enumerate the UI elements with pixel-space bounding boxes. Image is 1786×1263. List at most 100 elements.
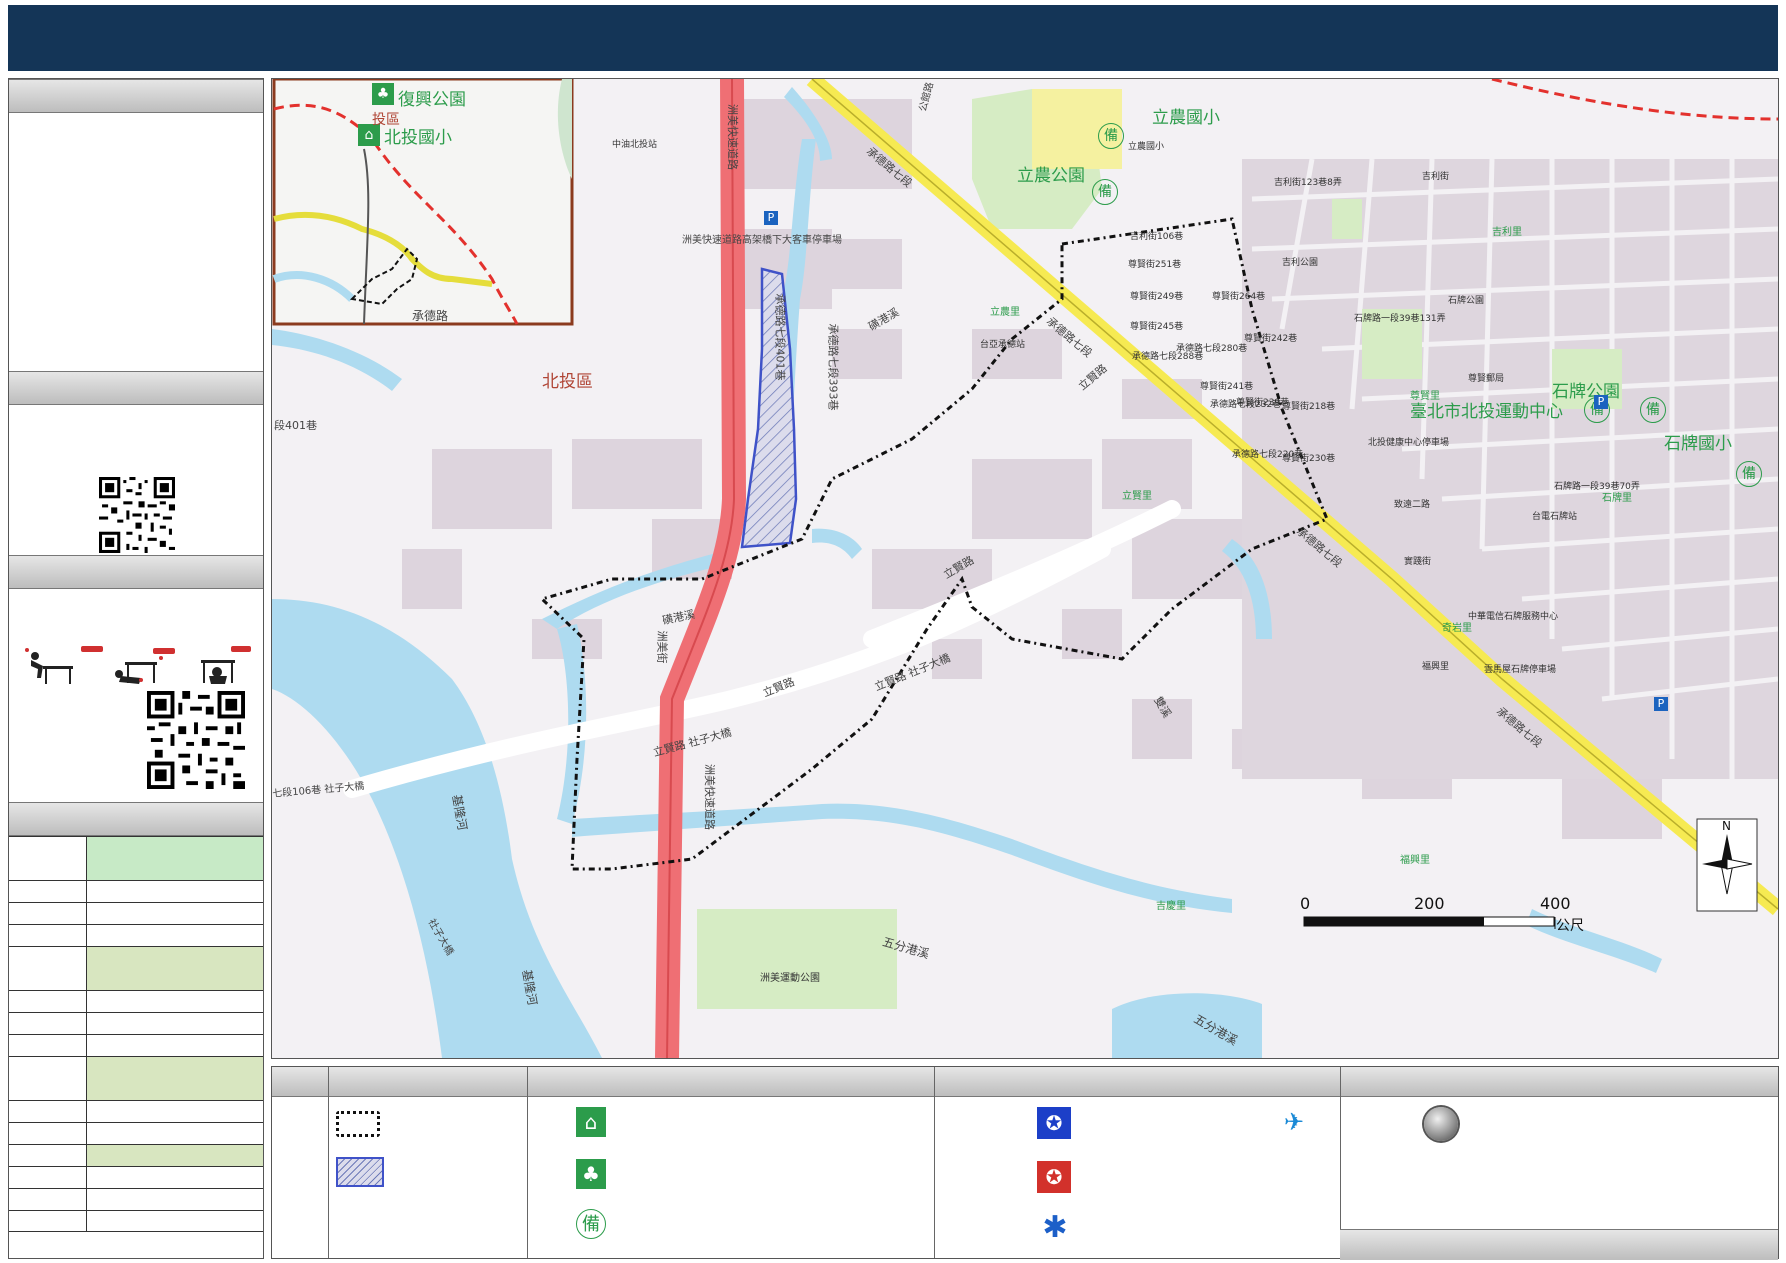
hatched-area-icon (336, 1157, 384, 1187)
place-label: 吉利里 (1492, 227, 1522, 238)
street-label: 尊賢街218巷 (1282, 402, 1336, 412)
street-label: 尊賢街249巷 (1130, 292, 1184, 302)
table-row (9, 836, 263, 880)
section-header-4 (9, 802, 263, 836)
north-label: N (1722, 819, 1731, 833)
section-header-2 (9, 371, 263, 405)
road-label: 承德路七段401巷 (773, 293, 787, 381)
road-label: 洲美快速道路 (726, 104, 739, 170)
table-row (9, 990, 263, 1012)
table-row (9, 1166, 263, 1188)
road-label: 洲美街 (655, 630, 669, 664)
street-label: 福興里 (1422, 662, 1450, 672)
street-label: 吉利街106巷 (1130, 232, 1184, 242)
inset-park-label: 復興公園 (398, 90, 466, 110)
place-label: 立賢里 (1122, 491, 1152, 502)
standby-icon: 備 (1640, 397, 1666, 423)
legend-header (272, 1067, 1778, 1097)
street-label: 尊賢街251巷 (1128, 260, 1182, 270)
street-label: 尊賢街230巷 (1282, 454, 1336, 464)
parking-icon: P (764, 211, 778, 225)
table-row (9, 880, 263, 902)
road-label: 洲美快速道路 (703, 764, 716, 830)
place-label: 立農里 (990, 307, 1020, 318)
street-label: 雲馬屋石牌停車場 (1484, 665, 1557, 675)
scale-zero: 0 (1300, 894, 1311, 913)
street-label: 台亞承德站 (980, 340, 1026, 350)
scale-max: 400 (1540, 894, 1571, 913)
place-label: 洲美運動公園 (760, 973, 820, 984)
standby-icon: 備 (576, 1209, 606, 1239)
police-icon: ✪ (1037, 1107, 1071, 1139)
helicopter-icon: ✈ (1283, 1108, 1305, 1136)
table-row (9, 1122, 263, 1144)
street-label: 尊賢街242巷 (1244, 334, 1298, 344)
street-label: 承德路七段232巷 (1210, 400, 1282, 410)
inset-fragment-label: 投區 (372, 112, 400, 128)
qr-code-2[interactable] (147, 691, 245, 789)
evacuation-boundary-icon (336, 1111, 380, 1137)
page-header (8, 5, 1778, 71)
section-header-1 (9, 79, 263, 113)
ambulance-icon: ✱ (1042, 1210, 1068, 1245)
place-label: 石牌國小 (1664, 434, 1732, 454)
street-label: 北投健康中心停車場 (1368, 438, 1450, 448)
street-label: 台電石牌站 (1532, 512, 1578, 522)
place-label: 福興里 (1400, 855, 1430, 866)
street-label: 石牌公園 (1448, 296, 1485, 306)
main-map[interactable]: ♣ 復興公園 ⌂ 北投國小 投區 承德路 北投區 立農國小 立農公園 石牌公園 … (271, 78, 1779, 1059)
left-panel (8, 78, 264, 1259)
street-label: 中華電信石牌服務中心 (1468, 612, 1559, 622)
table-row (9, 924, 263, 946)
table-row (9, 946, 263, 990)
table-row (9, 1144, 263, 1166)
circle-point-icon (1424, 1107, 1458, 1141)
street-label: 中油北投站 (612, 140, 658, 150)
place-label: 立農公園 (1017, 166, 1085, 186)
street-label: 承德路七段280巷 (1176, 344, 1248, 354)
street-label: 石牌路一段39巷131弄 (1354, 314, 1446, 324)
street-label: 吉利街123巷8弄 (1274, 178, 1342, 188)
standby-icon: 備 (1092, 179, 1118, 205)
legend-panel: ⌂ ♣ 備 ✪ ✪ ✱ ✈ (271, 1066, 1779, 1260)
street-label: 尊賢街245巷 (1130, 322, 1184, 332)
section-header-3 (9, 555, 263, 589)
street-label: 尊賢郵局 (1468, 374, 1505, 384)
table-row (9, 1056, 263, 1100)
road-label: 段401巷 (274, 419, 317, 432)
street-label: 尊賢街264巷 (1212, 292, 1266, 302)
place-label: 尊賢里 (1410, 391, 1440, 402)
inset-map (272, 79, 574, 326)
scale-mid: 200 (1414, 894, 1445, 913)
street-label: 吉利公園 (1282, 258, 1319, 268)
qr-code-1[interactable] (99, 477, 175, 553)
park-icon: ♣ (576, 1159, 606, 1189)
scale-bar (1303, 916, 1556, 929)
legend-footer (1340, 1229, 1778, 1260)
place-label: 立農國小 (1152, 108, 1220, 128)
table-row (9, 1034, 263, 1056)
place-label: 吉慶里 (1156, 901, 1186, 912)
scale-unit: 公尺 (1556, 918, 1584, 934)
road-label: 洲美快速道路高架橋下大客車停車場 (682, 235, 842, 246)
table-row (9, 1100, 263, 1122)
table-row (9, 902, 263, 924)
street-label: 石牌路一段39巷70弄 (1554, 482, 1640, 492)
shelter-icon: ⌂ (576, 1107, 606, 1137)
street-label: 尊賢街241巷 (1200, 382, 1254, 392)
table-row (9, 1188, 263, 1210)
district-label: 北投區 (542, 372, 593, 392)
table-row (9, 1210, 263, 1232)
parking-icon: P (1654, 697, 1668, 711)
street-label: 致遠二路 (1394, 500, 1431, 510)
inset-road-label: 承德路 (412, 309, 449, 323)
road-label: 承德路七段393巷 (826, 323, 840, 411)
standby-icon: 備 (1098, 123, 1124, 149)
drop-cover-hold-illustration (21, 644, 251, 694)
parking-icon: P (1594, 395, 1608, 409)
fire-icon: ✪ (1037, 1161, 1071, 1193)
street-label: 立農國小 (1128, 142, 1165, 152)
inset-park-icon: ♣ (372, 83, 394, 105)
street-label: 吉利街 (1422, 172, 1450, 182)
table-row (9, 1012, 263, 1034)
